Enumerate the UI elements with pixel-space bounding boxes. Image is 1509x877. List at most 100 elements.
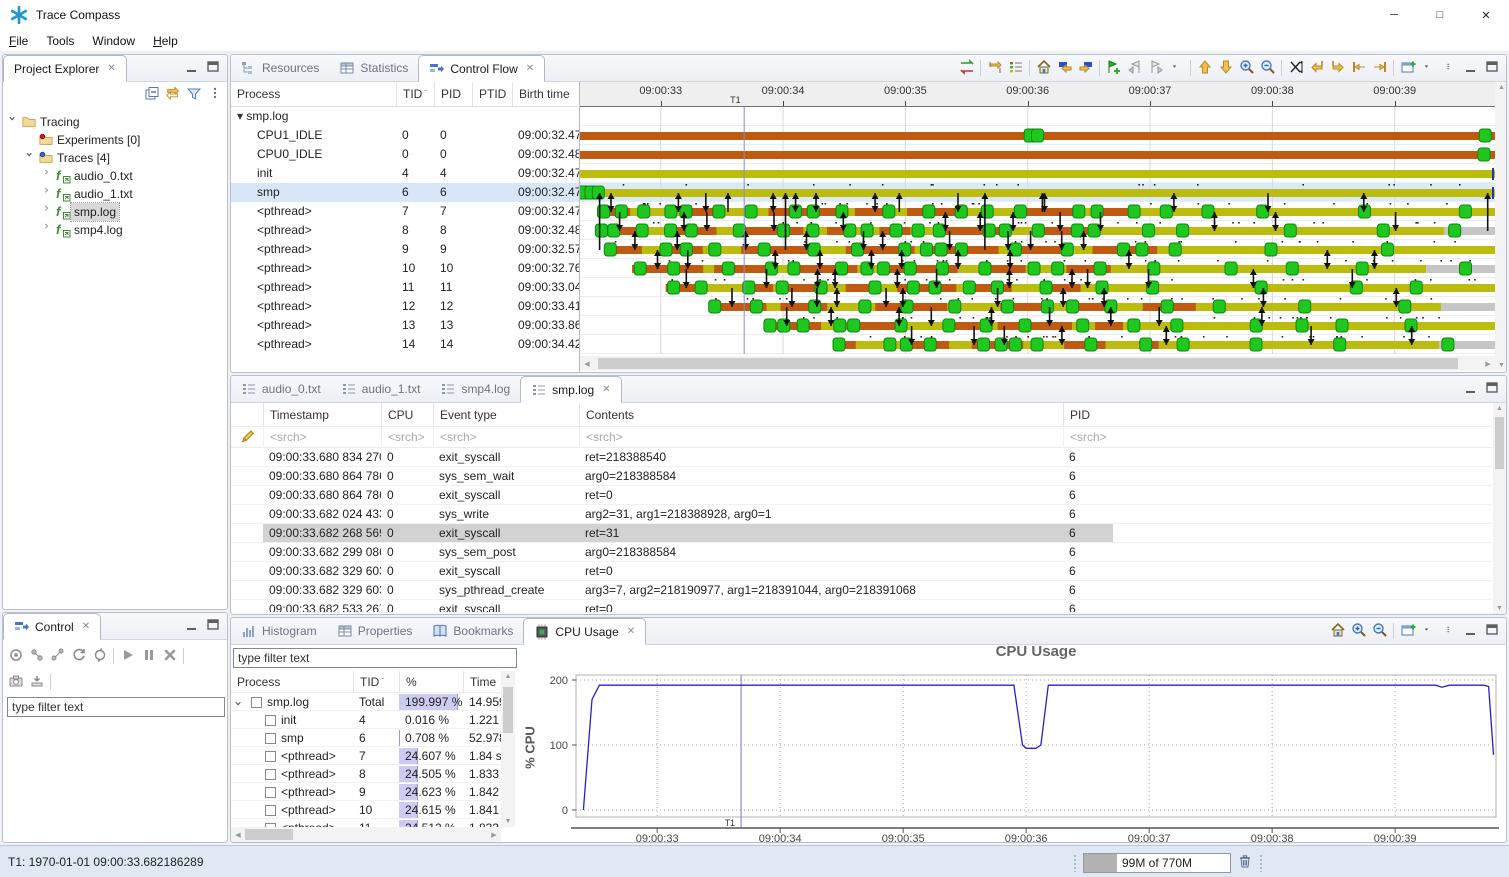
row-checkbox[interactable]: [265, 715, 276, 726]
scrollbar-thumb[interactable]: [598, 358, 1458, 369]
scrollbar-thumb[interactable]: [503, 687, 513, 733]
event-row[interactable]: 09:00:33.680 864 7860exit_syscallret=06: [231, 486, 1506, 505]
stop-button[interactable]: [159, 645, 180, 667]
expander-icon[interactable]: [235, 697, 245, 711]
align-button[interactable]: [956, 57, 977, 79]
column-header-event-type[interactable]: Event type: [433, 403, 579, 426]
cpu-row--pthread-[interactable]: <pthread>1024.615 %1.841: [231, 801, 501, 819]
snapshot-button[interactable]: [5, 671, 26, 693]
next-marker-button[interactable]: [1145, 57, 1166, 79]
horizontal-scrollbar[interactable]: ◀▶: [580, 356, 1495, 371]
refresh-button[interactable]: [68, 645, 89, 667]
event-row[interactable]: 09:00:33.682 268 5690exit_syscallret=316: [231, 524, 1506, 543]
process-row--pthread-[interactable]: <pthread>111109:00:33.0404: [231, 278, 579, 297]
tab-resources[interactable]: Resources: [231, 55, 329, 81]
collapse-all-button[interactable]: [141, 84, 162, 106]
vertical-scrollbar[interactable]: ▲▼: [1495, 82, 1507, 371]
cpu-row--pthread-[interactable]: <pthread>824.505 %1.833: [231, 765, 501, 783]
row-checkbox[interactable]: [251, 697, 262, 708]
column-header-contents[interactable]: Contents: [579, 403, 1063, 426]
close-icon[interactable]: ✕: [602, 384, 610, 395]
process-row--pthread-[interactable]: <pthread>101009:00:32.7662: [231, 259, 579, 278]
garbage-collect-icon[interactable]: [1237, 853, 1253, 872]
menu-tools[interactable]: Tools: [37, 34, 83, 48]
event-row[interactable]: 09:00:33.680 864 7860sys_sem_waitarg0=21…: [231, 467, 1506, 486]
maximize-button[interactable]: [1481, 378, 1502, 400]
jump-start-button[interactable]: [1348, 57, 1369, 79]
event-row[interactable]: 09:00:33.682 329 6030sys_pthread_createa…: [231, 581, 1506, 600]
up-button[interactable]: [1194, 57, 1215, 79]
process-row-smp[interactable]: smp6609:00:32.4760: [231, 183, 579, 202]
row-checkbox[interactable]: [265, 805, 276, 816]
menu-help[interactable]: Help: [144, 34, 187, 48]
tree-item-experiments-0-[interactable]: Experiments [0]: [3, 131, 227, 149]
column-header-process[interactable]: Process: [231, 82, 396, 106]
process-row-cpu1-idle[interactable]: CPU1_IDLE0009:00:32.4789: [231, 126, 579, 145]
tab-smp-log[interactable]: smp.log✕: [520, 376, 621, 403]
max-button[interactable]: [1481, 620, 1502, 642]
window-close-button[interactable]: ✕: [1463, 0, 1509, 30]
scrollbar-thumb[interactable]: [1495, 417, 1504, 469]
event-row[interactable]: 09:00:33.680 834 2700exit_syscallret=218…: [231, 448, 1506, 467]
minimize-button[interactable]: [181, 615, 202, 637]
zoom-in-button[interactable]: [1236, 57, 1257, 79]
vertical-scrollbar[interactable]: ▲▼: [1493, 403, 1506, 614]
process-row--pthread-[interactable]: <pthread>131309:00:33.8687: [231, 316, 579, 335]
column-header--[interactable]: %: [399, 671, 463, 692]
column-header-pid[interactable]: PID: [1063, 403, 1113, 426]
prev-state-button[interactable]: [1054, 57, 1075, 79]
tab-audio-1-txt[interactable]: audio_1.txt: [331, 376, 431, 402]
process-row--pthread-[interactable]: <pthread>9909:00:32.5775: [231, 240, 579, 259]
dropdown-button[interactable]: [1418, 57, 1439, 79]
cpu-row-smp-log[interactable]: smp.logTotal199.997 %14.959: [231, 693, 501, 711]
tree-item-tracing[interactable]: Tracing: [3, 113, 227, 131]
new-view-button[interactable]: [1397, 57, 1418, 79]
node-button[interactable]: [47, 645, 68, 667]
column-header-pid[interactable]: PID: [434, 82, 472, 106]
process-row--pthread-[interactable]: <pthread>121209:00:33.4134: [231, 297, 579, 316]
tab-bookmarks[interactable]: Bookmarks: [422, 618, 523, 644]
event-row[interactable]: 09:00:33.682 299 0860sys_sem_postarg0=21…: [231, 543, 1506, 562]
sync-button[interactable]: [89, 645, 110, 667]
window-minimize-button[interactable]: ─: [1371, 0, 1417, 30]
process-row--pthread-[interactable]: <pthread>7709:00:32.4788: [231, 202, 579, 221]
next-state-button[interactable]: [1075, 57, 1096, 79]
process-row--pthread-[interactable]: <pthread>8809:00:32.4843: [231, 221, 579, 240]
expander-icon[interactable]: ▾: [237, 109, 246, 123]
menu-file[interactable]: File: [0, 34, 37, 48]
zoom-in-button[interactable]: [1348, 620, 1369, 642]
home-button[interactable]: [1327, 620, 1348, 642]
event-row[interactable]: 09:00:33.682 024 4330sys_writearg2=31, a…: [231, 505, 1506, 524]
prev-marker-button[interactable]: [1124, 57, 1145, 79]
time-axis[interactable]: 09:00:3309:00:3409:00:3509:00:3609:00:37…: [580, 82, 1495, 107]
search-filter-cell[interactable]: <srch>: [579, 427, 1063, 446]
dots-button[interactable]: [1439, 620, 1460, 642]
cpu-row-init[interactable]: init40.016 %1.221: [231, 711, 501, 729]
tree-item-smp-log[interactable]: fsmp.log: [3, 203, 227, 221]
minimize-button[interactable]: [1460, 378, 1481, 400]
column-header-timestamp[interactable]: Timestamp: [263, 403, 381, 426]
column-header-tid[interactable]: TIDˇ: [396, 82, 434, 106]
control-flow-chart[interactable]: [580, 107, 1495, 354]
process-row-cpu0-idle[interactable]: CPU0_IDLE0009:00:32.4800: [231, 145, 579, 164]
home-button[interactable]: [1033, 57, 1054, 79]
legend-button[interactable]: [1005, 57, 1026, 79]
filter-button[interactable]: [183, 84, 204, 106]
hide-arrows-button[interactable]: [1285, 57, 1306, 79]
tab-histogram[interactable]: Histogram: [231, 618, 327, 644]
tab-properties[interactable]: Properties: [327, 618, 423, 644]
column-header-ptid[interactable]: PTID: [472, 82, 512, 106]
follow-forward-button[interactable]: [1327, 57, 1348, 79]
event-row[interactable]: 09:00:33.682 533 2670exit_syscallret=06: [231, 600, 1506, 613]
window-maximize-button[interactable]: □: [1417, 0, 1463, 30]
tab-cpu-usage[interactable]: CPU Usage✕: [523, 618, 646, 645]
tree-item-smp4-log[interactable]: fsmp4.log: [3, 221, 227, 239]
heap-status[interactable]: 99M of 770M: [1083, 853, 1231, 873]
tab-audio-0-txt[interactable]: audio_0.txt: [231, 376, 331, 402]
close-icon[interactable]: ✕: [526, 63, 534, 74]
row-checkbox[interactable]: [265, 769, 276, 780]
row-checkbox[interactable]: [265, 733, 276, 744]
column-header-process[interactable]: Process: [231, 671, 353, 692]
tab-control[interactable]: Control✕: [3, 613, 101, 640]
event-row[interactable]: 09:00:33.682 329 6030exit_syscallret=06: [231, 562, 1506, 581]
